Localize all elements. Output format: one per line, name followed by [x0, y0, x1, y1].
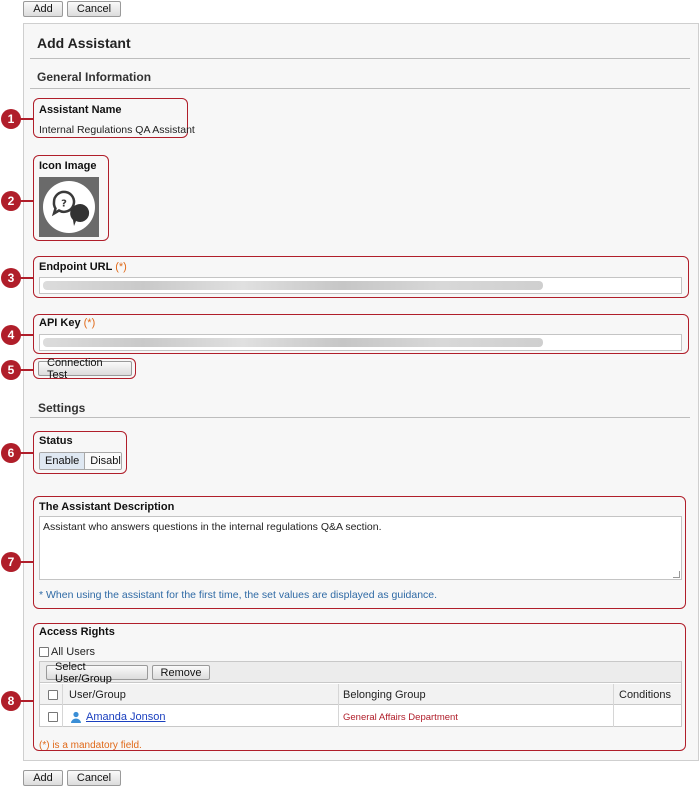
endpoint-url-label: Endpoint URL (*) — [39, 261, 127, 273]
column-header-conditions[interactable]: Conditions — [619, 689, 671, 701]
general-information-heading: General Information — [37, 70, 152, 84]
status-enable-option[interactable]: Enable — [40, 453, 86, 469]
svg-text:?: ? — [61, 199, 67, 210]
assistant-name-value: Internal Regulations QA Assistant — [39, 124, 195, 136]
resize-handle-icon[interactable] — [673, 571, 680, 578]
access-rights-label: Access Rights — [39, 626, 115, 638]
callout-badge-7: 7 — [1, 552, 21, 572]
callout-connector-4 — [20, 334, 33, 336]
user-link[interactable]: Amanda Jonson — [86, 711, 166, 723]
callout-connector-7 — [20, 561, 33, 563]
add-button-bottom[interactable]: Add — [23, 770, 63, 786]
callout-badge-5: 5 — [1, 360, 21, 380]
endpoint-url-label-text: Endpoint URL — [39, 261, 113, 273]
api-key-label: API Key (*) — [39, 317, 95, 329]
row-checkbox[interactable] — [48, 712, 58, 722]
title-divider — [30, 58, 690, 59]
add-button-top[interactable]: Add — [23, 1, 63, 17]
endpoint-url-redacted — [43, 281, 543, 290]
mandatory-field-note: (*) is a mandatory field. — [39, 740, 142, 751]
general-divider — [30, 88, 690, 89]
api-key-input[interactable] — [39, 334, 682, 351]
page-title: Add Assistant — [37, 35, 131, 51]
api-key-redacted — [43, 338, 543, 347]
settings-divider — [30, 417, 690, 418]
callout-connector-5 — [20, 369, 33, 371]
settings-heading: Settings — [38, 401, 86, 415]
select-all-rows-checkbox[interactable] — [48, 690, 58, 700]
icon-image-label: Icon Image — [39, 160, 97, 172]
status-toggle[interactable]: Enable Disable — [39, 452, 122, 470]
description-textarea[interactable]: Assistant who answers questions in the i… — [39, 516, 682, 580]
all-users-checkbox[interactable] — [39, 647, 49, 657]
callout-connector-6 — [20, 452, 33, 454]
question-speech-bubble-icon: ? — [43, 181, 95, 233]
callout-badge-2: 2 — [1, 191, 21, 211]
description-guidance-note: * When using the assistant for the first… — [39, 589, 438, 601]
callout-badge-4: 4 — [1, 325, 21, 345]
table-row: Amanda Jonson General Affairs Department — [40, 706, 681, 727]
callout-badge-8: 8 — [1, 691, 21, 711]
status-disable-option[interactable]: Disable — [85, 453, 121, 469]
connection-test-button[interactable]: Connection Test — [38, 357, 132, 381]
endpoint-url-input[interactable] — [39, 277, 682, 294]
remove-button[interactable]: Remove — [152, 665, 210, 680]
callout-badge-1: 1 — [1, 109, 21, 129]
required-mark: (*) — [83, 317, 96, 329]
status-label: Status — [39, 435, 73, 447]
column-header-user-group[interactable]: User/Group — [69, 689, 126, 701]
callout-connector-2 — [20, 200, 33, 202]
description-value: Assistant who answers questions in the i… — [43, 521, 382, 533]
description-label: The Assistant Description — [39, 501, 175, 513]
callout-connector-8 — [20, 700, 33, 702]
icon-image-preview[interactable]: ? — [39, 177, 99, 237]
cancel-button-top[interactable]: Cancel — [67, 1, 121, 17]
callout-badge-6: 6 — [1, 443, 21, 463]
access-table: Select User/Group Remove User/Group Belo… — [39, 661, 682, 727]
column-header-belonging-group[interactable]: Belonging Group — [343, 689, 426, 701]
all-users-label: All Users — [51, 646, 96, 658]
callout-connector-3 — [20, 277, 33, 279]
assistant-name-label: Assistant Name — [39, 104, 122, 116]
callout-badge-3: 3 — [1, 268, 21, 288]
api-key-label-text: API Key — [39, 317, 81, 329]
cancel-button-bottom[interactable]: Cancel — [67, 770, 121, 786]
required-mark: (*) — [115, 261, 127, 273]
select-user-group-button[interactable]: Select User/Group — [46, 661, 148, 685]
user-icon — [71, 711, 81, 723]
callout-connector-1 — [20, 118, 33, 120]
belonging-group-value: General Affairs Department — [343, 712, 458, 723]
